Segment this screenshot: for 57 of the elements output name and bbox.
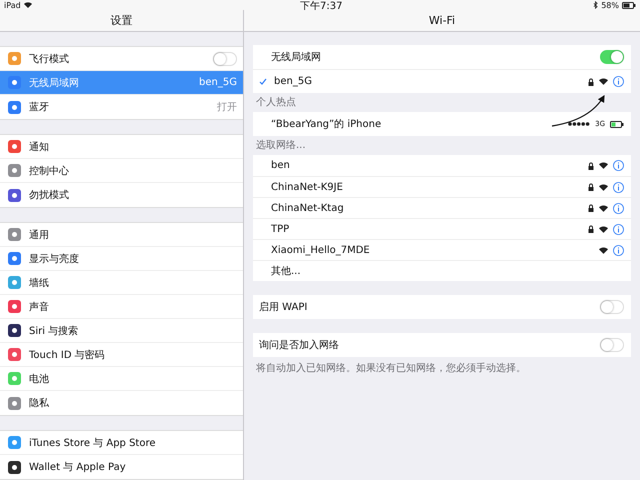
toggle-switch[interactable] <box>600 338 624 352</box>
sidebar-item[interactable]: 隐私 <box>0 391 243 415</box>
info-icon[interactable] <box>613 202 624 214</box>
sidebar-title: 设置 <box>110 13 132 28</box>
wifi-icon <box>599 162 608 169</box>
network-name[interactable]: ben <box>259 160 583 171</box>
battery-icon <box>610 120 624 128</box>
info-icon[interactable] <box>613 182 624 192</box>
section-header: 选取网络... <box>255 138 307 153</box>
sidebar-item[interactable]: 控制中心 <box>0 159 243 183</box>
wifi-icon <box>599 78 608 85</box>
wifi-icon <box>599 246 608 254</box>
item-value: ben_5G <box>199 77 237 88</box>
wifi-icon <box>599 226 608 232</box>
network-name[interactable]: TPP <box>259 224 583 234</box>
bluetooth-icon <box>593 1 598 9</box>
item-value: 打开 <box>217 100 237 114</box>
section-header: 个人热点 <box>255 96 297 110</box>
network-name[interactable]: ChinaNet-Ktag <box>259 202 583 214</box>
clock-time: 下午7:37 <box>300 0 342 14</box>
setting-label: 启用 WAPI <box>259 300 308 314</box>
signal-dots-icon <box>568 122 590 126</box>
check-icon <box>259 78 267 85</box>
footer-note: 将自动加入已知网络。如果没有已知网络，您必须手动选择。 <box>255 362 527 376</box>
info-icon[interactable] <box>613 76 624 87</box>
sidebar-item[interactable]: 声音 <box>0 295 243 319</box>
hotspot-name[interactable]: “BbearYang”的 iPhone <box>259 117 564 131</box>
network-name[interactable]: Xiaomi_Hello_7MDE <box>259 244 594 256</box>
network-name[interactable]: ben_5G <box>274 76 583 87</box>
sidebar-item[interactable]: 勿扰模式 <box>0 183 243 207</box>
toggle-switch[interactable] <box>213 52 237 66</box>
toggle-switch[interactable] <box>600 50 624 64</box>
sidebar-item[interactable]: 蓝牙 打开 <box>0 95 243 119</box>
other-network[interactable]: 其他... <box>259 264 624 278</box>
setting-label: 询问是否加入网络 <box>259 338 340 352</box>
wifi-icon <box>599 204 608 212</box>
sidebar-item[interactable]: Siri 与搜索 <box>0 319 243 343</box>
sidebar-item[interactable]: 通用 <box>0 223 243 247</box>
info-icon[interactable] <box>613 244 624 256</box>
wifi-icon <box>24 2 32 8</box>
sidebar-item[interactable]: iTunes Store 与 App Store <box>0 431 243 455</box>
info-icon[interactable] <box>613 224 624 234</box>
device-name: iPad <box>4 0 21 10</box>
battery-icon <box>622 2 636 8</box>
sidebar-item[interactable]: 通知 <box>0 135 243 159</box>
sidebar-item[interactable]: Touch ID 与密码 <box>0 343 243 367</box>
network-name[interactable]: ChinaNet-K9JE <box>259 182 583 192</box>
battery-percent: 58% <box>601 0 619 10</box>
sidebar-item[interactable]: 显示与亮度 <box>0 247 243 271</box>
wifi-icon <box>599 184 608 190</box>
sidebar-item[interactable]: 墙纸 <box>0 271 243 295</box>
wifi-label: 无线局域网 <box>270 50 322 64</box>
sidebar-item[interactable]: 电池 <box>0 367 243 391</box>
sidebar-item[interactable]: Wallet 与 Apple Pay <box>0 455 243 479</box>
toggle-switch[interactable] <box>600 300 624 314</box>
detail-title: Wi-Fi <box>428 14 456 27</box>
info-icon[interactable] <box>613 160 624 171</box>
